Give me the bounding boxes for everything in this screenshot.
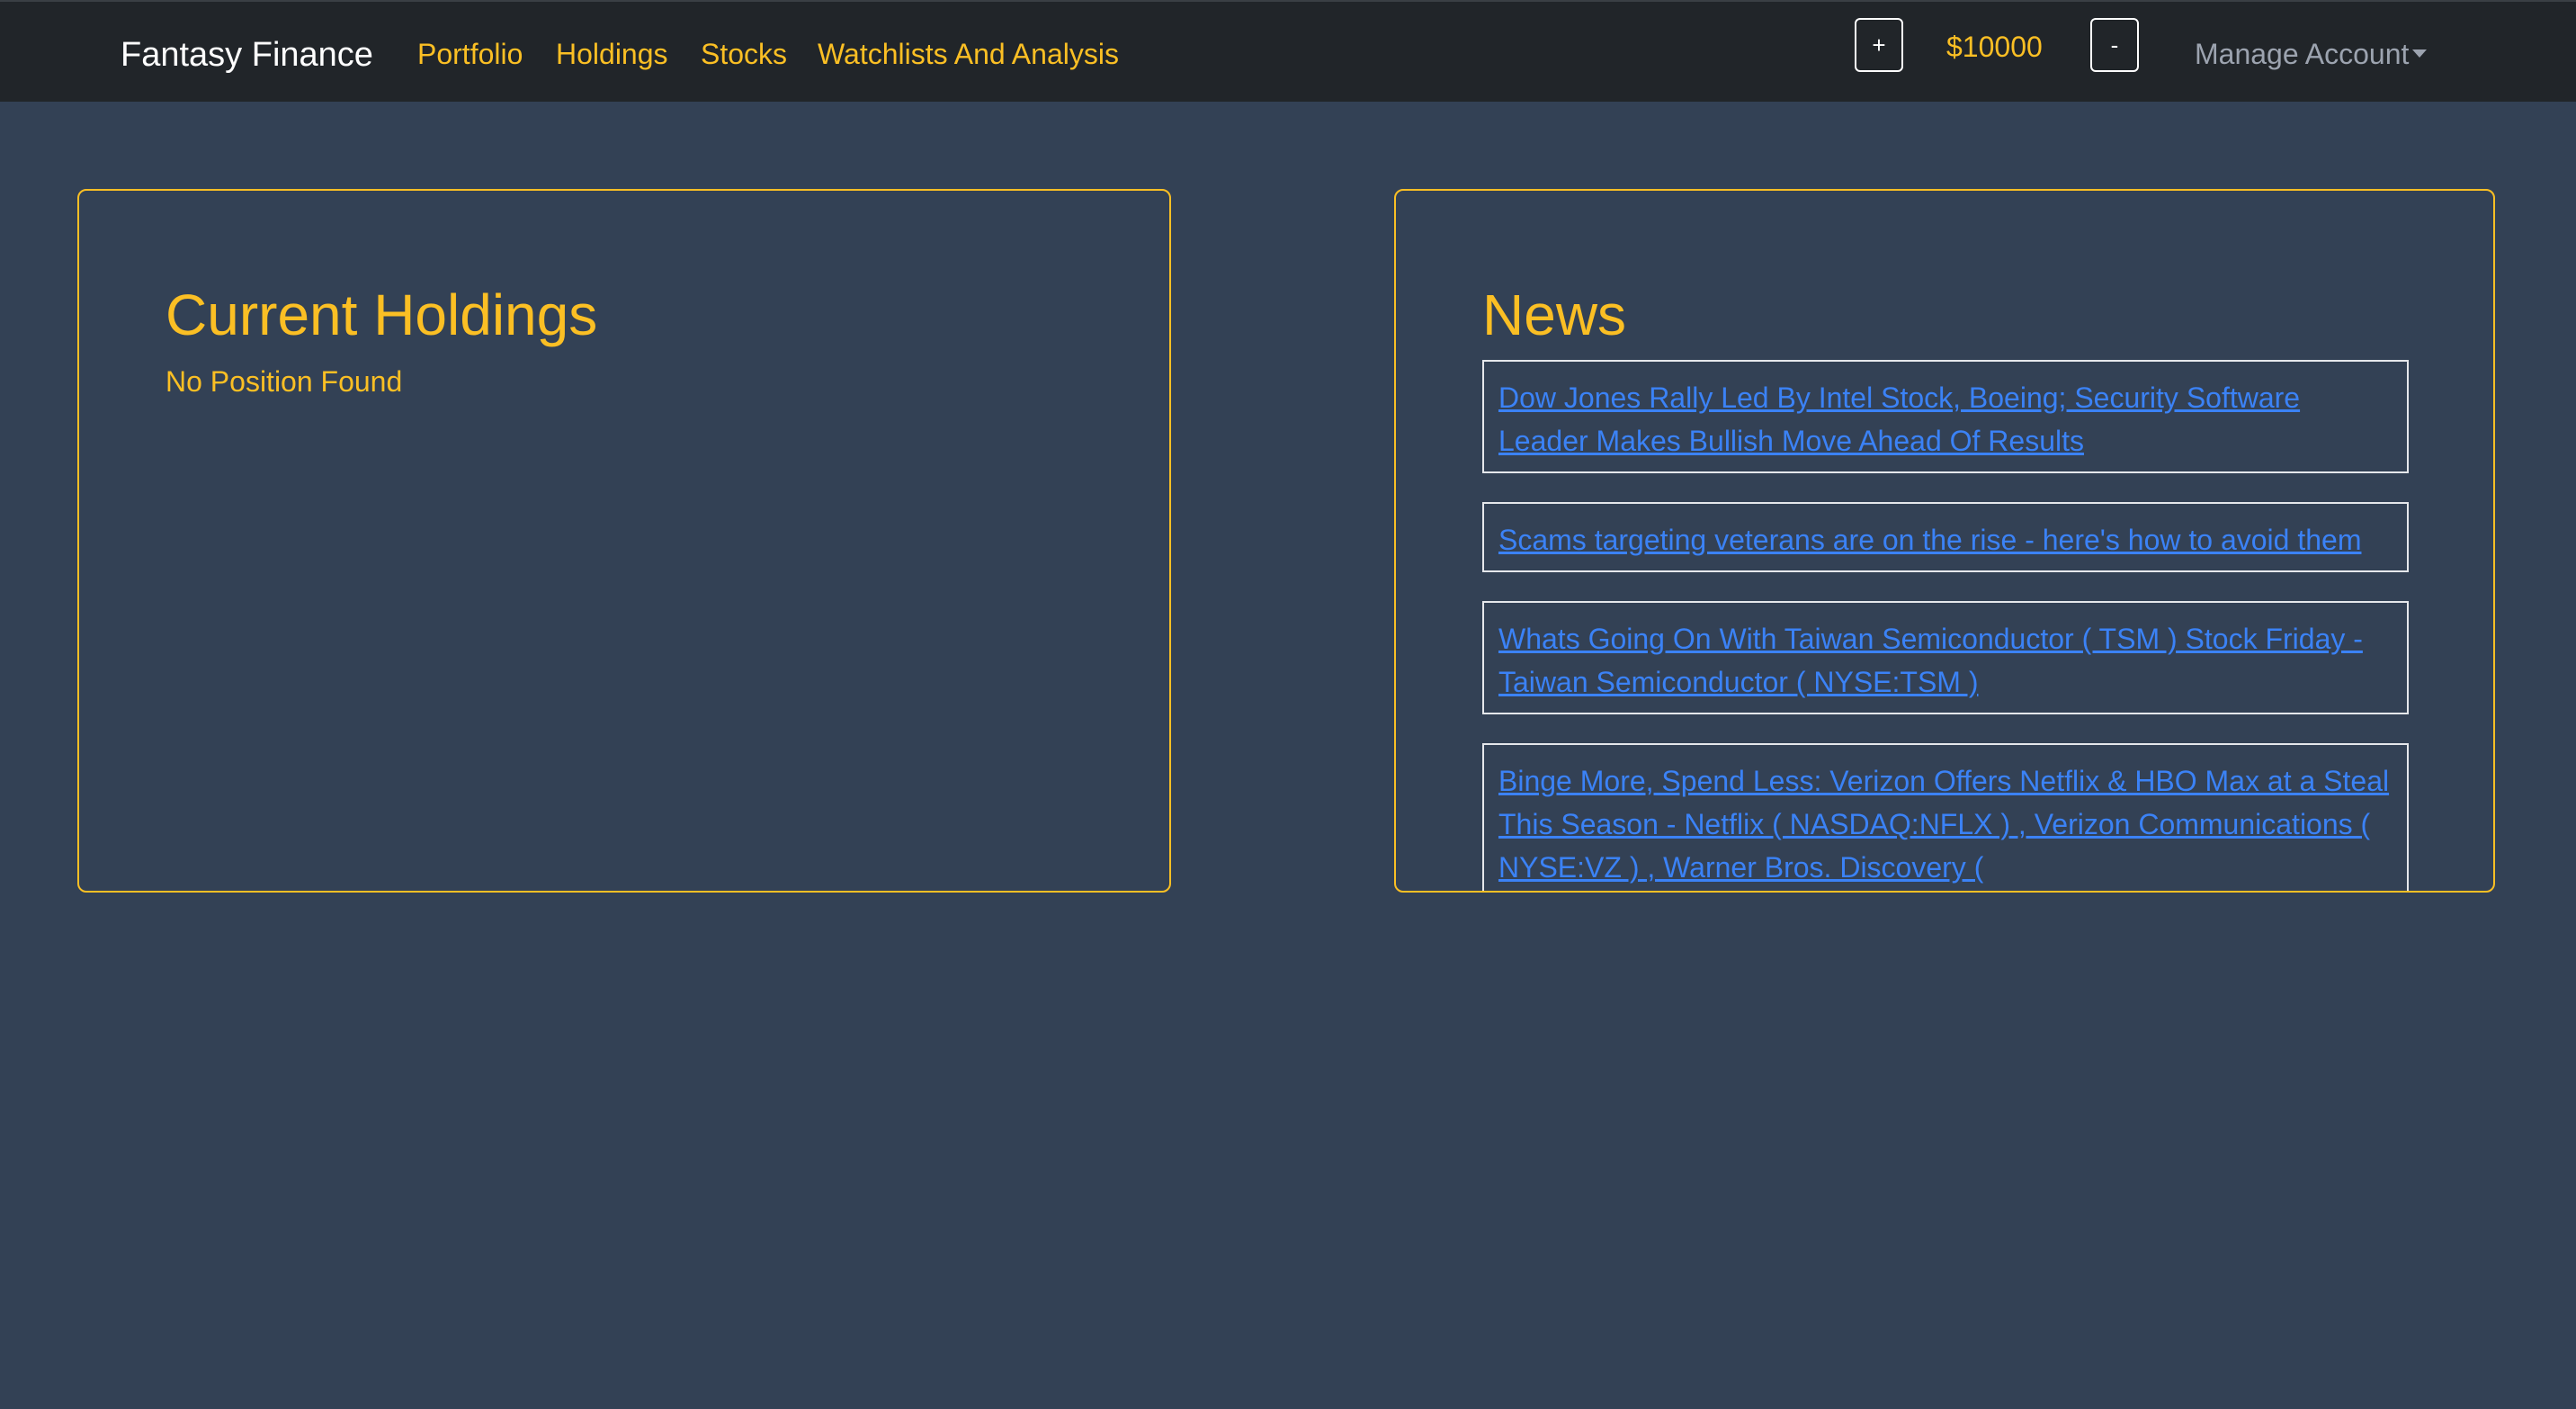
news-link[interactable]: Whats Going On With Taiwan Semiconductor… (1498, 623, 2363, 698)
holdings-title: Current Holdings (165, 283, 598, 347)
nav-link-holdings[interactable]: Holdings (556, 35, 668, 73)
chevron-down-icon (2412, 49, 2428, 58)
nav-link-portfolio[interactable]: Portfolio (417, 35, 523, 73)
news-card: News Dow Jones Rally Led By Intel Stock,… (1394, 189, 2495, 893)
news-title: News (1482, 283, 1627, 347)
news-link[interactable]: Scams targeting veterans are on the rise… (1498, 524, 2361, 556)
top-navbar: Fantasy Finance Portfolio Holdings Stock… (0, 0, 2576, 102)
news-item: Scams targeting veterans are on the rise… (1482, 502, 2409, 572)
holdings-empty-message: No Position Found (165, 365, 403, 398)
news-item: Binge More, Spend Less: Verizon Offers N… (1482, 743, 2409, 891)
news-link[interactable]: Dow Jones Rally Led By Intel Stock, Boei… (1498, 381, 2300, 457)
add-funds-button[interactable]: + (1855, 18, 1903, 72)
holdings-card: Current Holdings No Position Found (77, 189, 1171, 893)
account-balance: $10000 (1946, 31, 2043, 63)
news-link[interactable]: Binge More, Spend Less: Verizon Offers N… (1498, 765, 2389, 884)
news-list: Dow Jones Rally Led By Intel Stock, Boei… (1482, 360, 2409, 891)
news-item: Dow Jones Rally Led By Intel Stock, Boei… (1482, 360, 2409, 473)
brand-logo-text[interactable]: Fantasy Finance (121, 34, 373, 76)
nav-link-watchlists[interactable]: Watchlists And Analysis (818, 35, 1119, 73)
withdraw-funds-button[interactable]: - (2090, 18, 2139, 72)
manage-account-dropdown[interactable]: Manage Account (2195, 35, 2428, 73)
news-item: Whats Going On With Taiwan Semiconductor… (1482, 601, 2409, 714)
nav-link-stocks[interactable]: Stocks (701, 35, 787, 73)
manage-account-label: Manage Account (2195, 38, 2410, 70)
